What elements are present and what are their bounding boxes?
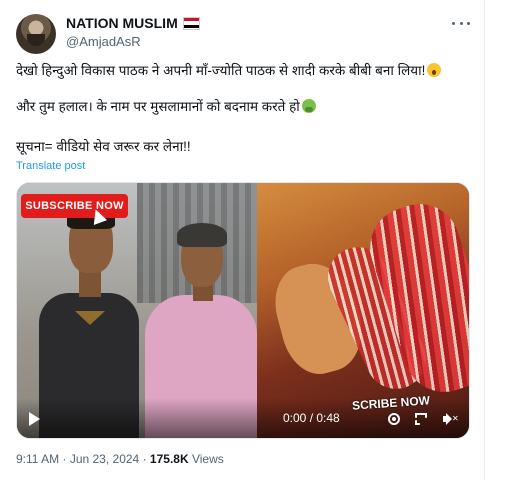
post-time[interactable]: 9:11 AM	[16, 452, 59, 466]
author-handle[interactable]: @AmjadAsR	[66, 34, 141, 49]
tweet-text-2: और तुम हलाल। के नाम पर मुसलामानों को बदन…	[16, 99, 300, 114]
subscribe-now-badge: SUBSCRIBE NOW	[21, 194, 128, 218]
views-count: 175.8K	[149, 452, 189, 466]
vomiting-face-emoji-icon	[301, 99, 316, 113]
boy-neck	[79, 269, 101, 297]
tweet-card[interactable]: NATION MUSLIM @AmjadAsR देखो हिन्दुओ विक…	[0, 0, 485, 480]
tweet-text-3: सूचना= वीडियो सेव जरूर कर लेना!!	[16, 139, 191, 154]
tweet-text-line-3: सूचना= वीडियो सेव जरूर कर लेना!!	[16, 137, 191, 155]
post-date[interactable]: Jun 23, 2024	[70, 452, 139, 466]
settings-icon[interactable]	[388, 413, 400, 425]
author-name-row: NATION MUSLIM	[66, 15, 200, 31]
avatar-beard	[27, 34, 45, 46]
egypt-flag-icon	[182, 16, 200, 30]
surprised-face-emoji-icon	[427, 63, 442, 77]
post-meta: 9:11 AM · Jun 23, 2024 · 175.8K Views	[16, 452, 224, 466]
views-label: Views	[191, 452, 224, 466]
more-options-icon[interactable]	[452, 18, 470, 28]
play-icon[interactable]	[29, 412, 40, 426]
tweet-text-line-2: और तुम हलाल। के नाम पर मुसलामानों को बदन…	[16, 97, 316, 115]
video-player[interactable]: SUBSCRIBE NOW SCRIBE NOW 0:00 / 0:48 ✕	[16, 182, 470, 439]
video-time: 0:00 / 0:48	[283, 411, 340, 425]
meta-separator-2: ·	[142, 452, 147, 466]
meta-separator: ·	[62, 452, 67, 466]
translate-post-link[interactable]: Translate post	[16, 160, 85, 172]
avatar[interactable]	[16, 14, 56, 54]
woman-hair	[177, 223, 227, 247]
display-name[interactable]: NATION MUSLIM	[66, 15, 178, 31]
volume-muted-icon[interactable]: ✕	[443, 413, 459, 425]
tweet-text-1: देखो हिन्दुओ विकास पाठक ने अपनी माँ-ज्यो…	[16, 63, 426, 78]
tweet-text-line-1: देखो हिन्दुओ विकास पाठक ने अपनी माँ-ज्यो…	[16, 61, 442, 79]
